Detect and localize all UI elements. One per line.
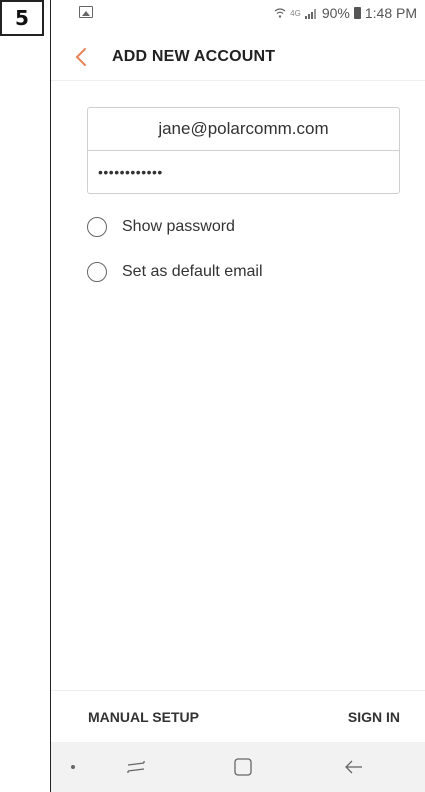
default-email-label: Set as default email [122,263,263,280]
sign-in-button[interactable]: SIGN IN [348,709,400,725]
wifi-icon [274,8,286,18]
status-bar: 4G 90% 1:48 PM [51,0,425,26]
dot-icon [71,765,75,769]
recent-apps-icon [127,761,145,773]
battery-icon [353,7,361,19]
status-indicators: 4G 90% 1:48 PM [274,5,417,21]
back-nav-button[interactable] [339,754,369,780]
battery-percent: 90% [321,5,350,21]
image-notification-icon [79,6,93,18]
home-button[interactable] [228,754,258,780]
show-password-label: Show password [122,218,235,235]
account-form [87,107,400,194]
network-type: 4G [290,8,301,18]
status-time: 1:48 PM [364,5,417,21]
step-badge: 5 [0,0,44,36]
email-field[interactable] [88,108,399,151]
screenshot-page: 5 4G 90% 1:48 PM ADD NEW ACCOUNT jane@po… [0,0,425,792]
default-email-option[interactable]: Set as default email [87,258,387,286]
chevron-left-icon [75,48,86,66]
manual-setup-button[interactable]: MANUAL SETUP [88,709,199,725]
phone-screen: 4G 90% 1:48 PM ADD NEW ACCOUNT jane@pola… [51,0,425,792]
page-title: ADD NEW ACCOUNT [112,48,276,65]
bottom-action-bar: MANUAL SETUP SIGN IN [51,690,425,743]
back-arrow-icon [345,760,362,774]
password-field[interactable] [88,151,399,193]
recent-apps-button[interactable] [121,754,151,780]
default-email-radio[interactable] [87,262,107,282]
system-nav-bar [51,742,425,792]
app-bar: ADD NEW ACCOUNT [51,34,425,81]
show-password-option[interactable]: Show password [87,213,387,241]
show-password-radio[interactable] [87,217,107,237]
home-icon [234,758,252,776]
back-button[interactable] [69,44,93,70]
signal-icon [304,9,316,19]
